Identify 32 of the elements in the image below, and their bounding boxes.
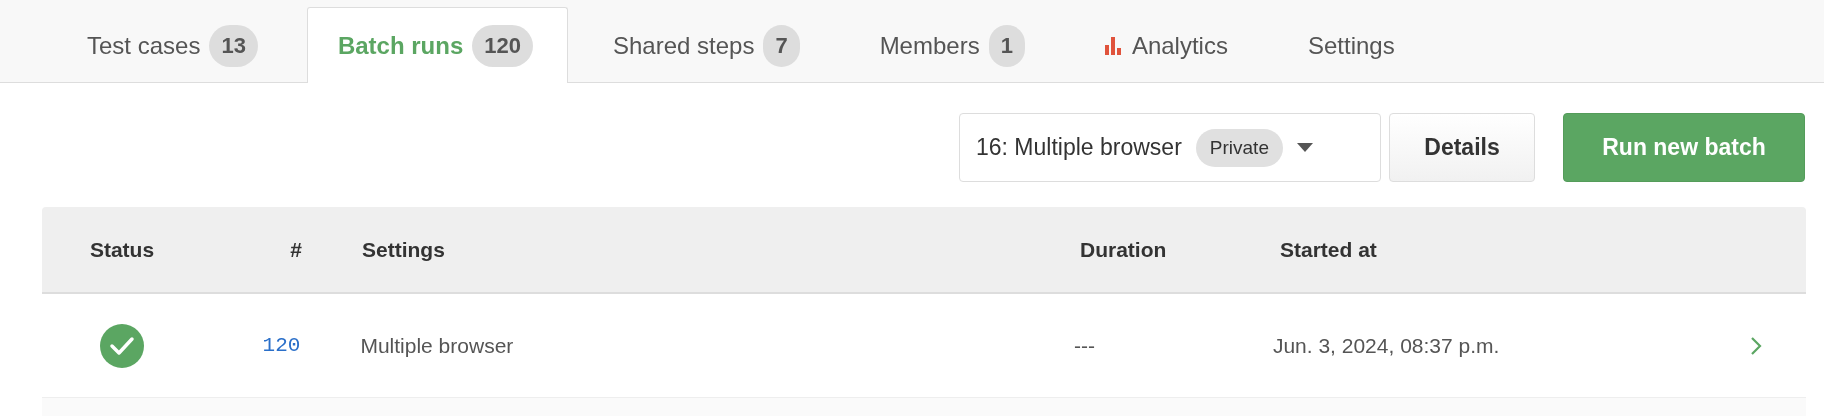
count-badge: 13 xyxy=(209,25,258,67)
run-number-link[interactable]: 120 xyxy=(201,334,301,357)
tab[interactable]: Batch runs 120 xyxy=(306,7,568,83)
count-badge: 1 xyxy=(988,25,1025,67)
chevron-right-icon[interactable] xyxy=(1750,335,1762,356)
tab[interactable]: Test cases 13 xyxy=(56,8,293,83)
tab[interactable]: Analytics xyxy=(1073,8,1263,83)
tab-label: Batch runs xyxy=(337,31,464,60)
tab-label: Test cases xyxy=(87,32,201,60)
table-cell-text: Multiple browser xyxy=(359,333,515,358)
tab-label: Members xyxy=(879,32,980,60)
table-cell-text: Jun. 3, 2024, 08:37 p.m. xyxy=(1272,333,1501,358)
count-badge: 120 xyxy=(472,24,533,67)
tab[interactable]: Settings xyxy=(1276,8,1430,83)
bar-chart-icon xyxy=(1104,37,1121,55)
column-header: Status xyxy=(88,237,156,262)
private-badge: Private xyxy=(1195,128,1283,167)
tab-label: Shared steps xyxy=(612,32,755,60)
table-cell-text: --- xyxy=(1074,333,1097,358)
column-header: Settings xyxy=(361,237,446,262)
tab[interactable]: Shared steps 7 xyxy=(581,8,835,83)
batch-dropdown[interactable]: 16: Multiple browser Private xyxy=(959,113,1381,182)
details-button[interactable]: Details xyxy=(1389,113,1535,182)
column-header: Started at xyxy=(1280,237,1378,262)
count-badge: 7 xyxy=(763,25,800,67)
tab-label: Settings xyxy=(1307,32,1395,60)
caret-icon xyxy=(1296,143,1313,152)
column-header: # xyxy=(289,237,302,262)
tab-label: Analytics xyxy=(1131,32,1228,60)
tab[interactable]: Members 1 xyxy=(848,8,1060,83)
column-header: Duration xyxy=(1080,237,1168,262)
dropdown-value: 16: Multiple browser xyxy=(976,134,1182,161)
